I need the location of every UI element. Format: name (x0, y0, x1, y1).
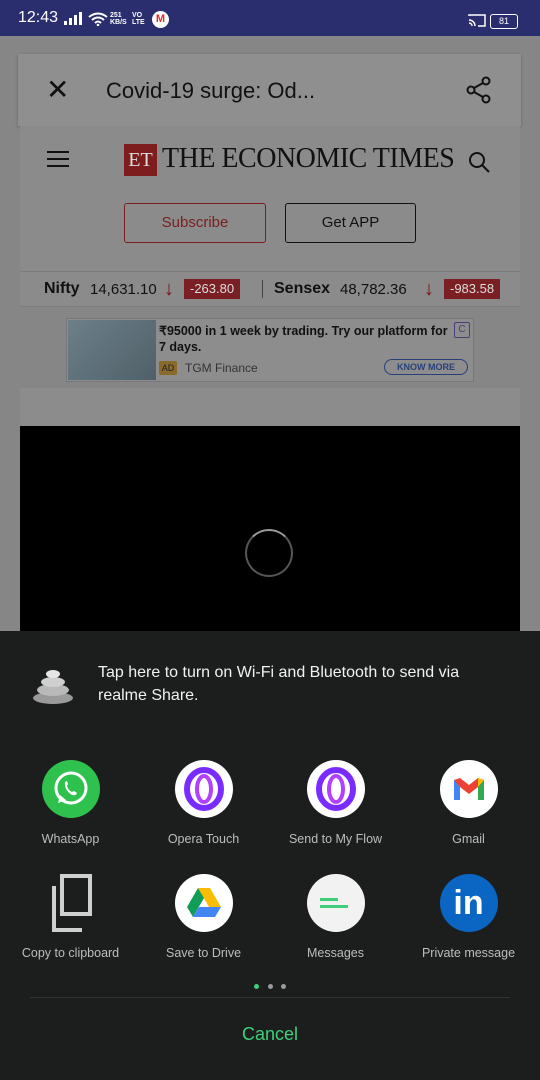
et-logo-mark: ET (124, 144, 157, 176)
sensex-change-badge: -983.58 (444, 279, 501, 299)
whatsapp-icon (41, 760, 100, 818)
app-label: Messages (307, 946, 364, 960)
gmail-notification-icon: M (152, 11, 169, 28)
content-spacer (20, 388, 520, 426)
realme-share-icon (33, 670, 73, 704)
messages-icon (306, 874, 365, 932)
realme-share-prompt[interactable]: Tap here to turn on Wi-Fi and Bluetooth … (0, 631, 540, 731)
hamburger-menu-icon[interactable] (47, 151, 69, 167)
page-title: Covid-19 surge: Od... (106, 78, 316, 103)
nifty-value: 14,631.10 (90, 281, 157, 298)
wifi-icon (88, 12, 108, 26)
share-target-my-flow[interactable]: Send to My Flow (269, 760, 402, 846)
get-app-button[interactable]: Get APP (285, 203, 416, 243)
share-target-opera-touch[interactable]: Opera Touch (137, 760, 270, 846)
volte-bottom: LTE (132, 19, 145, 26)
site-logo-text: THE ECONOMIC TIMES (162, 143, 455, 174)
opera-icon (306, 760, 365, 818)
gmail-icon (439, 760, 498, 818)
page-dot-active (254, 984, 260, 989)
realme-share-message: Tap here to turn on Wi-Fi and Bluetooth … (98, 664, 460, 704)
ad-tag: AD (159, 361, 177, 375)
ad-banner[interactable]: ₹95000 in 1 week by trading. Try our pla… (66, 318, 474, 382)
status-bar: 12:43 251 KB/S VO LTE M 81 (0, 0, 540, 36)
market-ticker: Nifty 14,631.10 ↓ -263.80 Sensex 48,782.… (20, 271, 520, 307)
divider (30, 997, 510, 998)
ticker-divider (262, 280, 263, 298)
app-label: Opera Touch (167, 832, 240, 846)
copy-icon (42, 874, 100, 932)
drive-icon (174, 874, 233, 932)
nifty-down-arrow-icon: ↓ (164, 278, 174, 300)
ad-headline: ₹95000 in 1 week by trading. Try our pla… (159, 324, 448, 354)
nifty-change-badge: -263.80 (184, 279, 241, 299)
app-label: Gmail (452, 832, 485, 846)
ad-brand: TGM Finance (185, 361, 258, 375)
know-more-button[interactable]: KNOW MORE (384, 359, 468, 375)
sensex-value: 48,782.36 (340, 281, 407, 298)
page-dot (280, 984, 286, 989)
opera-icon (174, 760, 233, 818)
sensex-label: Sensex (274, 280, 331, 297)
cast-icon (468, 14, 486, 27)
cancel-button[interactable]: Cancel (0, 1024, 540, 1045)
page-dot (267, 984, 273, 989)
network-speed-unit: KB/S (110, 19, 127, 26)
header-buttons: Subscribe Get APP (20, 196, 520, 271)
share-sheet: Tap here to turn on Wi-Fi and Bluetooth … (0, 631, 540, 1080)
app-label: WhatsApp (41, 832, 100, 846)
app-label: Copy to clipboard (21, 946, 120, 960)
linkedin-icon: in (439, 874, 498, 932)
close-icon[interactable]: ✕ (46, 76, 69, 104)
browser-top-bar: ✕ Covid-19 surge: Od... (18, 54, 521, 126)
subscribe-button[interactable]: Subscribe (124, 203, 266, 243)
share-target-linkedin-message[interactable]: in Private message (402, 874, 535, 960)
web-page-background: ✕ Covid-19 surge: Od... ET THE ECONOMIC … (0, 36, 540, 631)
share-target-drive[interactable]: Save to Drive (137, 874, 270, 960)
ad-image (68, 320, 156, 380)
status-time: 12:43 (18, 9, 59, 26)
app-label: Private message (421, 946, 516, 960)
share-target-whatsapp[interactable]: WhatsApp (4, 760, 137, 846)
site-header: ET THE ECONOMIC TIMES (20, 126, 520, 196)
network-speed: 251 KB/S (110, 12, 127, 26)
network-speed-value: 251 (110, 12, 122, 19)
signal-icon (64, 12, 82, 25)
share-icon[interactable] (466, 76, 492, 104)
video-player[interactable] (20, 426, 520, 631)
share-target-gmail[interactable]: Gmail (402, 760, 535, 846)
volte-top: VO (132, 12, 143, 19)
loading-spinner-icon (245, 529, 293, 577)
nifty-label: Nifty (44, 280, 80, 297)
share-target-copy-clipboard[interactable]: Copy to clipboard (4, 874, 137, 960)
search-icon[interactable] (468, 151, 490, 173)
ad-choices-icon[interactable]: C (454, 322, 470, 338)
app-label: Send to My Flow (288, 832, 383, 846)
battery-indicator: 81 (490, 14, 518, 29)
volte-indicator: VO LTE (132, 12, 145, 26)
share-target-messages[interactable]: Messages (269, 874, 402, 960)
page-indicator (0, 976, 540, 994)
sensex-down-arrow-icon: ↓ (424, 278, 434, 300)
app-label: Save to Drive (165, 946, 242, 960)
